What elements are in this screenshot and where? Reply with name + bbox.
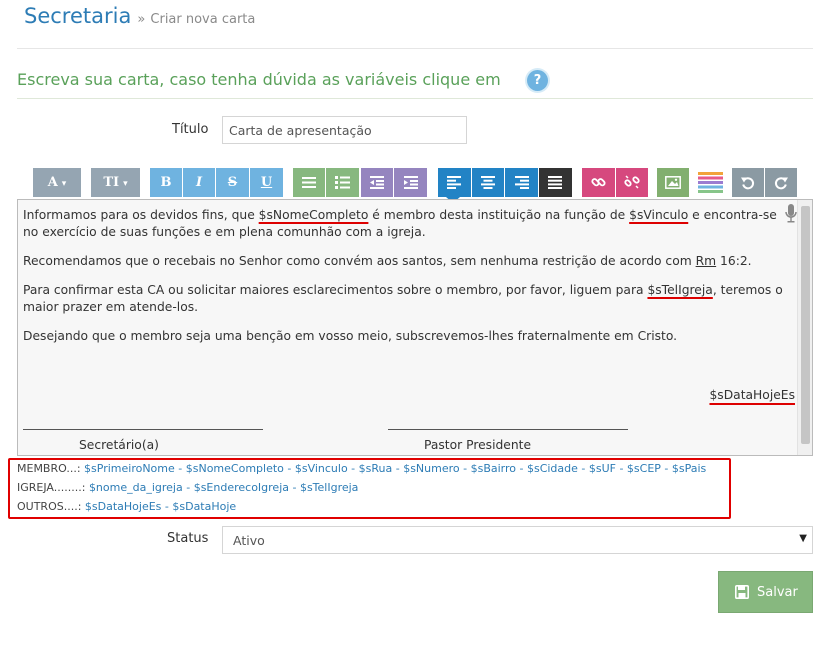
ordered-list-icon — [335, 176, 350, 189]
status-select[interactable]: Ativo ▼ — [222, 526, 813, 554]
image-icon — [665, 176, 681, 189]
redo-icon — [774, 177, 788, 190]
paragraph-text: é membro desta instituição na função de — [368, 208, 630, 222]
page-title: Secretaria — [24, 4, 132, 28]
save-icon — [735, 585, 749, 599]
link-button[interactable] — [582, 168, 615, 197]
chevron-down-icon: ▼ — [799, 533, 807, 544]
paragraph: Recomendamos que o recebais no Senhor co… — [23, 253, 793, 270]
breadcrumb-current: Criar nova carta — [150, 12, 256, 27]
outdent-button[interactable] — [361, 168, 393, 197]
signature-line — [23, 429, 263, 430]
signature-pastor: Pastor Presidente — [424, 438, 532, 452]
breadcrumb-separator: » — [137, 12, 146, 27]
justify-icon — [548, 176, 562, 189]
indent-button[interactable] — [394, 168, 427, 197]
align-right-button[interactable] — [505, 168, 538, 197]
text-height-icon: TI — [103, 175, 120, 190]
redo-button[interactable] — [765, 168, 797, 197]
scrollbar-thumb[interactable] — [801, 206, 810, 444]
outdent-icon — [370, 176, 384, 189]
color-button[interactable] — [690, 168, 730, 197]
date-variable: $sDataHojeEs — [709, 388, 795, 402]
indent-icon — [404, 176, 418, 189]
vars-list[interactable]: $sPrimeiroNome - $sNomeCompleto - $sVinc… — [84, 462, 706, 475]
align-left-button[interactable] — [438, 168, 471, 197]
signature-secretary: Secretário(a) — [79, 438, 159, 452]
divider — [17, 48, 813, 49]
vars-row-outros: OUTROS....: $sDataHojeEs - $sDataHoje — [17, 500, 236, 513]
list-button[interactable] — [293, 168, 325, 197]
paragraph: Para confirmar esta CA ou solicitar maio… — [23, 282, 793, 316]
divider — [17, 98, 813, 99]
unlink-button[interactable] — [616, 168, 648, 197]
font-size-button[interactable]: TI ▾ — [91, 168, 140, 197]
title-input[interactable] — [222, 116, 467, 144]
paragraph-text: 16:2. — [716, 254, 752, 268]
verse-reference: Rm — [695, 254, 717, 268]
chevron-down-icon: ▾ — [61, 179, 67, 189]
vars-list[interactable]: $sDataHojeEs - $sDataHoje — [85, 500, 236, 513]
underline-button[interactable]: U — [250, 168, 283, 197]
variable-token: $sVinculo — [629, 208, 689, 222]
unlink-icon — [624, 175, 640, 189]
vars-row-igreja: IGREJA........: $nome_da_igreja - $sEnde… — [17, 481, 358, 494]
vars-row-membro: MEMBRO...: $sPrimeiroNome - $sNomeComple… — [17, 462, 706, 475]
help-icon[interactable]: ? — [527, 70, 548, 91]
strikethrough-button[interactable]: S — [216, 168, 249, 197]
align-center-icon — [481, 176, 495, 189]
paragraph-text: Informamos para os devidos fins, que — [23, 208, 259, 222]
paragraph: Informamos para os devidos fins, que $sN… — [23, 207, 793, 241]
undo-icon — [741, 177, 755, 190]
color-palette-icon — [698, 172, 723, 193]
microphone-icon[interactable] — [785, 204, 797, 224]
paragraph-text: Recomendamos que o recebais no Senhor co… — [23, 254, 696, 268]
italic-button[interactable]: I — [183, 168, 215, 197]
chevron-down-icon: ▾ — [123, 179, 128, 189]
vars-list[interactable]: $nome_da_igreja - $sEnderecoIgreja - $sT… — [89, 481, 359, 494]
title-label: Título — [172, 122, 209, 137]
save-button[interactable]: Salvar — [718, 571, 813, 613]
vars-label: IGREJA........: — [17, 481, 86, 494]
align-left-icon — [447, 176, 461, 189]
editor-content[interactable]: Informamos para os devidos fins, que $sN… — [23, 207, 793, 357]
align-right-icon — [515, 176, 529, 189]
align-center-button[interactable] — [472, 168, 504, 197]
image-button[interactable] — [657, 168, 689, 197]
save-label: Salvar — [757, 585, 798, 600]
letter-editor[interactable]: Informamos para os devidos fins, que $sN… — [17, 199, 813, 456]
signature-line — [388, 429, 628, 430]
link-icon — [591, 178, 606, 187]
variable-token: $sNomeCompleto — [258, 208, 369, 222]
font-icon: A — [47, 175, 58, 190]
font-family-button[interactable]: A ▾ — [33, 168, 81, 197]
list-icon — [302, 177, 316, 188]
ordered-list-button[interactable] — [326, 168, 359, 197]
section-heading: Escreva sua carta, caso tenha dúvida as … — [17, 70, 501, 89]
justify-button[interactable] — [539, 168, 572, 197]
paragraph-text: Para confirmar esta CA ou solicitar maio… — [23, 283, 648, 297]
undo-button[interactable] — [732, 168, 764, 197]
status-label: Status — [167, 531, 209, 546]
variable-token: $sTelIgreja — [647, 283, 713, 297]
breadcrumb: Secretaria » Criar nova carta — [24, 4, 255, 34]
vars-label: MEMBRO...: — [17, 462, 81, 475]
variables-legend: MEMBRO...: $sPrimeiroNome - $sNomeComple… — [8, 458, 731, 519]
status-value: Ativo — [233, 533, 265, 548]
paragraph: Desejando que o membro seja uma benção e… — [23, 329, 678, 343]
vars-label: OUTROS....: — [17, 500, 82, 513]
bold-button[interactable]: B — [150, 168, 182, 197]
editor-scrollbar[interactable] — [797, 200, 812, 455]
